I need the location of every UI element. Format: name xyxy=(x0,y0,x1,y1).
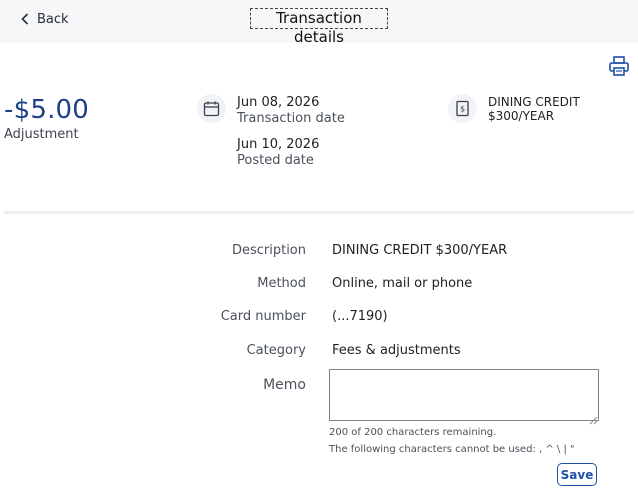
calendar-icon xyxy=(197,94,226,123)
amount-type-label: Adjustment xyxy=(4,127,79,142)
memo-label: Memo xyxy=(263,377,306,393)
back-button[interactable]: Back xyxy=(21,10,69,28)
save-button[interactable]: Save xyxy=(557,463,597,486)
category-label: Category xyxy=(246,343,306,358)
receipt-icon: $ xyxy=(448,94,477,123)
transaction-date-label: Transaction date xyxy=(237,111,345,126)
memo-input[interactable] xyxy=(329,369,599,421)
page-title: Transaction details xyxy=(250,8,388,46)
section-divider xyxy=(4,211,634,214)
posted-date: Jun 10, 2026 xyxy=(237,137,320,152)
printer-icon[interactable] xyxy=(608,55,630,77)
memo-restriction-note: The following characters cannot be used:… xyxy=(329,444,575,455)
transaction-date: Jun 08, 2026 xyxy=(237,95,320,110)
back-label: Back xyxy=(37,11,69,27)
svg-text:$: $ xyxy=(460,105,465,114)
memo-char-count: 200 of 200 characters remaining. xyxy=(329,427,497,438)
category-value: Fees & adjustments xyxy=(332,343,461,358)
header-bar: Back Transaction details xyxy=(0,0,638,46)
card-number-value: (...7190) xyxy=(332,309,388,324)
transaction-amount: -$5.00 xyxy=(4,95,90,125)
description-value: DINING CREDIT $300/YEAR xyxy=(332,243,508,258)
resize-handle-icon[interactable] xyxy=(589,410,598,425)
card-number-label: Card number xyxy=(220,309,306,324)
chevron-left-icon xyxy=(21,13,29,25)
method-label: Method xyxy=(257,276,306,291)
method-value: Online, mail or phone xyxy=(332,276,473,291)
posted-date-label: Posted date xyxy=(237,153,314,168)
description-label: Description xyxy=(231,243,306,258)
merchant-name: DINING CREDIT $300/YEAR xyxy=(488,95,580,123)
